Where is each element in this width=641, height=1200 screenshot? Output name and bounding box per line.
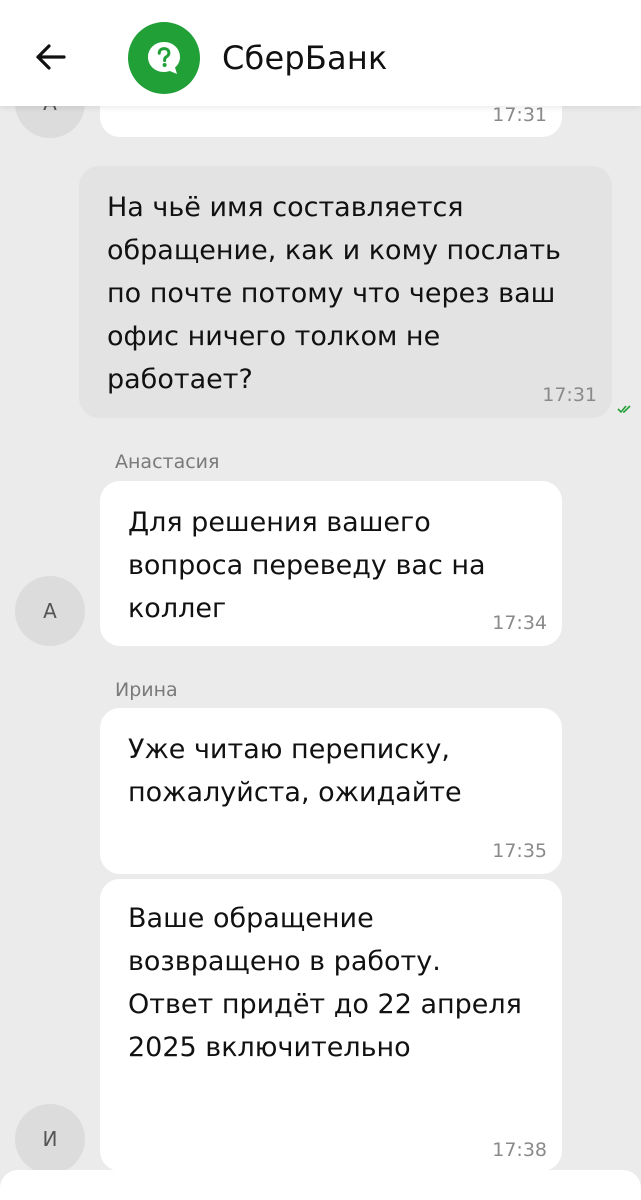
question-chat-icon: [148, 42, 180, 74]
avatar: И: [15, 1104, 85, 1174]
input-bar[interactable]: [0, 1170, 641, 1200]
sender-name: Ирина: [115, 679, 178, 701]
message-time: 17:35: [492, 840, 547, 862]
message-bubble: Уже читаю переписку, пожалуйста, ожидайт…: [100, 708, 562, 874]
message-text: На чьё имя составляется обращение, как и…: [107, 192, 561, 395]
message-bubble-outgoing: На чьё имя составляется обращение, как и…: [79, 166, 612, 418]
sberbank-logo[interactable]: [128, 22, 200, 94]
avatar: А: [15, 576, 85, 646]
header-title: СберБанк: [222, 39, 388, 77]
chat-header: СберБанк: [0, 0, 641, 106]
sender-name: Анастасия: [115, 451, 220, 473]
avatar-initial: А: [43, 599, 57, 623]
message-bubble: Ваше обращение возвращено в работу. Отве…: [100, 879, 562, 1171]
message-time: 17:34: [492, 612, 547, 634]
double-check-icon: [617, 405, 631, 414]
message-time: 17:31: [542, 384, 597, 406]
back-button[interactable]: [26, 33, 74, 81]
message-text: Для решения вашего вопроса переведу вас …: [128, 507, 486, 624]
message-text: Ваше обращение возвращено в работу. Отве…: [128, 903, 522, 1063]
message-bubble: Для решения вашего вопроса переведу вас …: [100, 481, 562, 646]
arrow-left-icon: [36, 44, 66, 70]
message-time: 17:31: [492, 104, 547, 126]
message-text: Уже читаю переписку, пожалуйста, ожидайт…: [128, 734, 462, 808]
message-time: 17:38: [492, 1139, 547, 1161]
avatar-initial: И: [42, 1127, 58, 1151]
